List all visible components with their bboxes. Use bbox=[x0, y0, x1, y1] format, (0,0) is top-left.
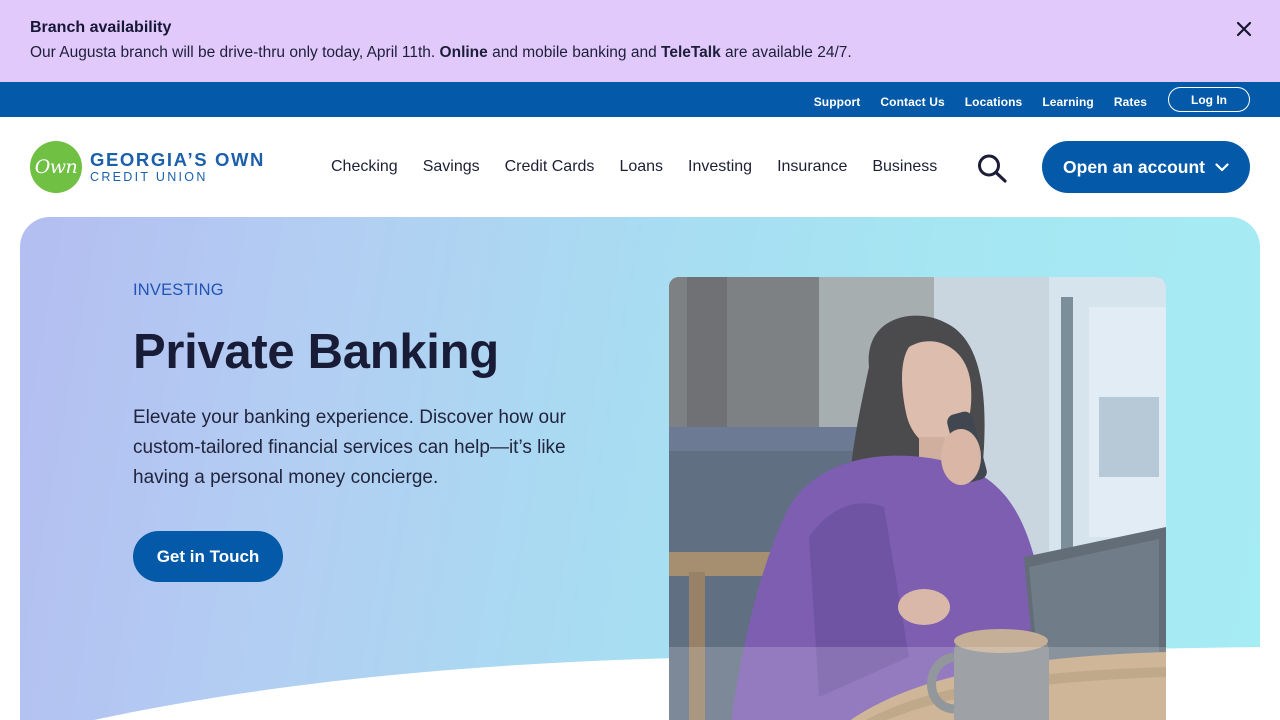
nav-item-credit-cards[interactable]: Credit Cards bbox=[505, 156, 595, 178]
nav-item-checking[interactable]: Checking bbox=[331, 156, 398, 178]
logo-wordmark: GEORGIA’S OWN CREDIT UNION bbox=[90, 149, 265, 185]
logo-name-line2: CREDIT UNION bbox=[90, 170, 208, 184]
alert-message: Our Augusta branch will be drive-thru on… bbox=[30, 43, 1250, 63]
alert-message-text-3: are available 24/7. bbox=[720, 44, 852, 61]
open-account-label: Open an account bbox=[1063, 156, 1205, 177]
get-in-touch-button[interactable]: Get in Touch bbox=[133, 531, 283, 582]
open-account-button[interactable]: Open an account bbox=[1042, 141, 1250, 193]
chevron-down-icon bbox=[1215, 162, 1229, 172]
alert-title: Branch availability bbox=[30, 19, 172, 36]
alert-message-text: Our Augusta branch will be drive-thru on… bbox=[30, 44, 440, 61]
utility-bar: Support Contact Us Locations Learning Ra… bbox=[0, 82, 1280, 117]
alert-online-text: Online bbox=[439, 44, 488, 61]
utility-links: Support Contact Us Locations Learning Ra… bbox=[794, 87, 1250, 112]
search-button[interactable] bbox=[976, 153, 1008, 183]
utility-link-learning[interactable]: Learning bbox=[1042, 91, 1093, 109]
page-title: Private Banking bbox=[133, 325, 499, 379]
logo-name-line1: GEORGIA’S OWN bbox=[90, 149, 265, 170]
login-button[interactable]: Log In bbox=[1168, 87, 1250, 112]
utility-link-rates[interactable]: Rates bbox=[1114, 91, 1147, 109]
hero-photo bbox=[669, 277, 1166, 720]
logo-mark: Own bbox=[30, 141, 82, 193]
nav-item-business[interactable]: Business bbox=[872, 156, 937, 178]
hero-description: Elevate your banking experience. Discove… bbox=[133, 407, 567, 488]
utility-link-contact-us[interactable]: Contact Us bbox=[880, 91, 944, 109]
nav-item-investing[interactable]: Investing bbox=[688, 156, 752, 178]
alert-banner: Branch availability Our Augusta branch w… bbox=[0, 0, 1280, 82]
alert-teletalk-text: TeleTalk bbox=[661, 44, 721, 61]
hero-photo-illustration bbox=[669, 277, 1166, 720]
nav-item-savings[interactable]: Savings bbox=[423, 156, 480, 178]
nav-item-insurance[interactable]: Insurance bbox=[777, 156, 847, 178]
alert-message-text-2: and mobile banking and bbox=[487, 44, 661, 61]
nav-item-loans[interactable]: Loans bbox=[619, 156, 663, 178]
utility-link-support[interactable]: Support bbox=[814, 91, 861, 109]
hero-eyebrow: INVESTING bbox=[133, 281, 224, 299]
main-navigation: Own GEORGIA’S OWN CREDIT UNION Checking … bbox=[0, 117, 1280, 217]
brand-logo[interactable]: Own GEORGIA’S OWN CREDIT UNION bbox=[30, 141, 265, 193]
utility-link-locations[interactable]: Locations bbox=[965, 91, 1023, 109]
search-icon bbox=[978, 154, 1007, 183]
alert-close-button[interactable] bbox=[1232, 17, 1256, 41]
close-icon bbox=[1236, 21, 1252, 37]
main-nav-items: Checking Savings Credit Cards Loans Inve… bbox=[331, 156, 962, 178]
